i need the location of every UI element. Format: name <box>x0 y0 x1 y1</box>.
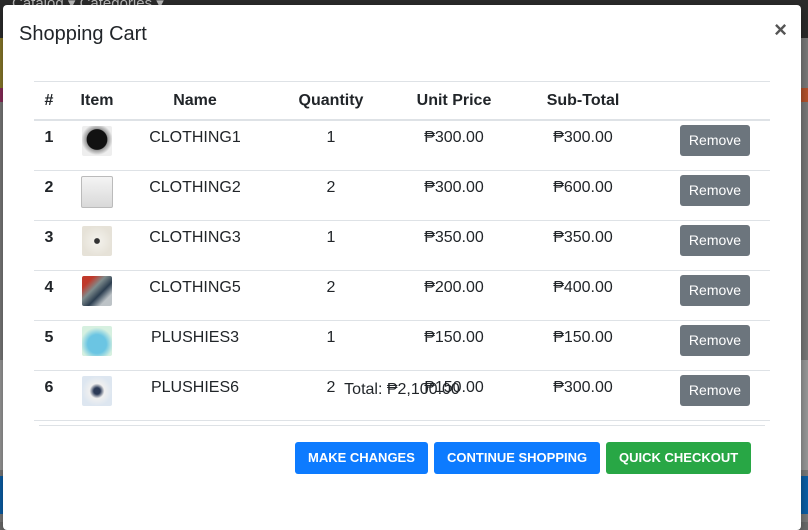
action-cell: Remove <box>660 120 770 171</box>
item-quantity: 1 <box>260 120 402 171</box>
row-number: 3 <box>34 220 64 271</box>
item-subtotal: ₱400.00 <box>506 270 660 321</box>
item-name: PLUSHIES3 <box>130 320 260 371</box>
remove-button[interactable]: Remove <box>680 275 750 306</box>
item-name: CLOTHING5 <box>130 270 260 321</box>
item-unit-price: ₱300.00 <box>402 120 506 171</box>
close-button[interactable]: × <box>774 17 787 43</box>
action-cell: Remove <box>660 220 770 271</box>
black-jacket-thumbnail <box>82 126 112 156</box>
shopping-cart-modal: Shopping Cart × # Item Name Quantity Uni… <box>3 5 801 530</box>
quick-checkout-button[interactable]: QUICK CHECKOUT <box>606 442 752 474</box>
item-quantity: 2 <box>260 270 402 321</box>
cart-total: Total: ₱2,100.00 <box>344 381 460 398</box>
make-changes-button[interactable]: MAKE CHANGES <box>295 442 428 474</box>
item-subtotal: ₱150.00 <box>506 320 660 371</box>
action-cell: Remove <box>660 270 770 321</box>
footer-divider <box>39 425 765 426</box>
remove-button[interactable]: Remove <box>680 325 750 356</box>
remove-button[interactable]: Remove <box>680 225 750 256</box>
row-number: 5 <box>34 320 64 371</box>
header-quantity: Quantity <box>260 81 402 121</box>
table-header-row: # Item Name Quantity Unit Price Sub-Tota… <box>34 81 770 121</box>
item-unit-price: ₱200.00 <box>402 270 506 321</box>
remove-button[interactable]: Remove <box>680 175 750 206</box>
white-sweater-thumbnail <box>82 226 112 256</box>
header-name: Name <box>130 81 260 121</box>
item-subtotal: ₱600.00 <box>506 170 660 221</box>
row-number: 4 <box>34 270 64 321</box>
item-unit-price: ₱150.00 <box>402 320 506 371</box>
item-unit-price: ₱350.00 <box>402 220 506 271</box>
action-cell: Remove <box>660 170 770 221</box>
item-name: CLOTHING3 <box>130 220 260 271</box>
item-quantity: 2 <box>260 170 402 221</box>
cart-table: # Item Name Quantity Unit Price Sub-Tota… <box>34 81 770 421</box>
clothing-set-thumbnail <box>82 276 112 306</box>
table-row: 5 PLUSHIES3 1 ₱150.00 ₱150.00 Remove <box>34 320 770 371</box>
item-quantity: 1 <box>260 320 402 371</box>
table-row: 4 CLOTHING5 2 ₱200.00 ₱400.00 Remove <box>34 270 770 321</box>
table-row: 1 CLOTHING1 1 ₱300.00 ₱300.00 Remove <box>34 120 770 171</box>
table-row: 3 CLOTHING3 1 ₱350.00 ₱350.00 Remove <box>34 220 770 271</box>
row-number: 1 <box>34 120 64 171</box>
item-name: CLOTHING1 <box>130 120 260 171</box>
action-cell: Remove <box>660 320 770 371</box>
item-name: CLOTHING2 <box>130 170 260 221</box>
header-number: # <box>34 81 64 121</box>
item-cell <box>64 120 130 171</box>
remove-button[interactable]: Remove <box>680 125 750 156</box>
row-number: 2 <box>34 170 64 221</box>
item-cell <box>64 320 130 371</box>
header-subtotal: Sub-Total <box>506 81 660 121</box>
item-cell <box>64 170 130 221</box>
blue-plush-thumbnail <box>82 326 112 356</box>
item-subtotal: ₱300.00 <box>506 120 660 171</box>
header-item: Item <box>64 81 130 121</box>
item-unit-price: ₱300.00 <box>402 170 506 221</box>
modal-title: Shopping Cart <box>19 23 147 45</box>
header-action <box>660 81 770 121</box>
item-subtotal: ₱350.00 <box>506 220 660 271</box>
item-cell <box>64 270 130 321</box>
white-shirt-thumbnail <box>81 176 113 208</box>
item-quantity: 1 <box>260 220 402 271</box>
continue-shopping-button[interactable]: CONTINUE SHOPPING <box>434 442 601 474</box>
item-cell <box>64 220 130 271</box>
header-unit-price: Unit Price <box>402 81 506 121</box>
table-row: 2 CLOTHING2 2 ₱300.00 ₱600.00 Remove <box>34 170 770 221</box>
